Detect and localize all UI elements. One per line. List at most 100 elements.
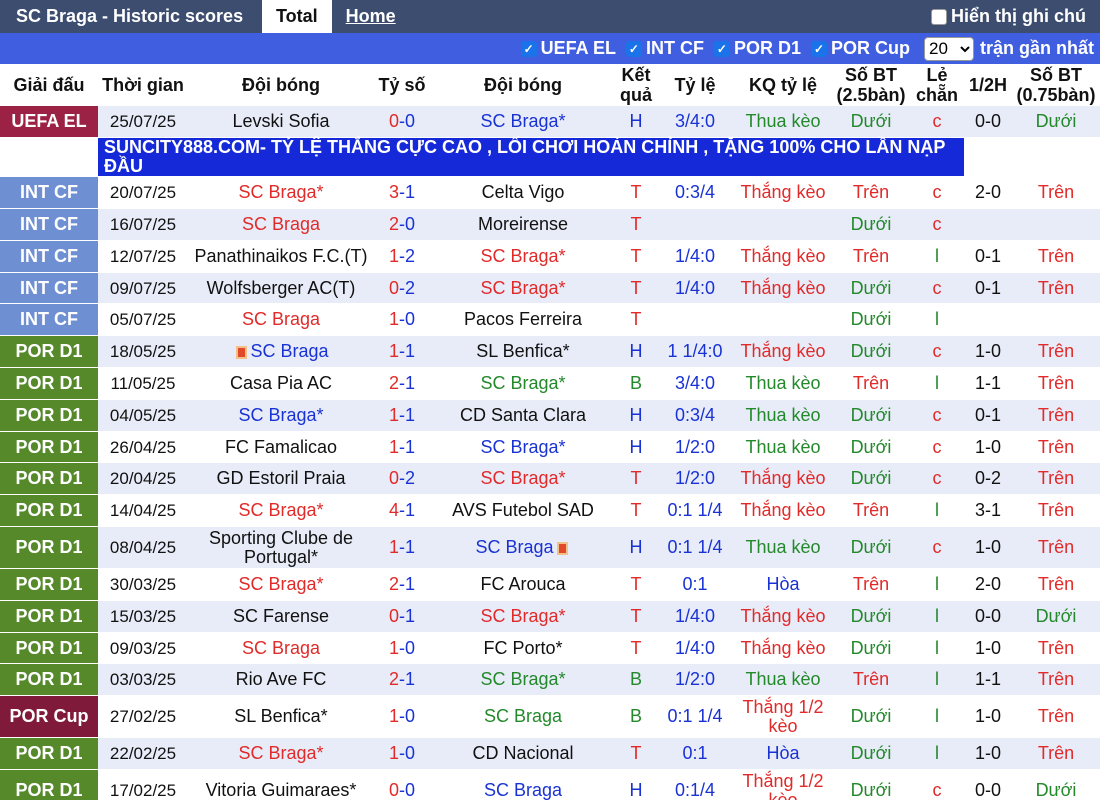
league-cell[interactable]: POR D1: [0, 769, 98, 800]
score-cell[interactable]: 1-0: [374, 303, 430, 337]
away-team[interactable]: SC Braga*: [430, 600, 616, 633]
ad-banner[interactable]: SUNCITY888.COM- TỶ LỆ THẮNG CỰC CAO , LỐ…: [98, 137, 964, 178]
score-cell[interactable]: 1-1: [374, 399, 430, 432]
away-team[interactable]: Celta Vigo: [430, 176, 616, 210]
away-team[interactable]: SC Braga*: [430, 431, 616, 464]
filter-int-cf[interactable]: ✓ INT CF: [625, 38, 704, 59]
away-team[interactable]: AVS Futebol SAD: [430, 494, 616, 528]
score-cell[interactable]: 2-1: [374, 568, 430, 601]
away-team[interactable]: SC Braga: [430, 526, 616, 570]
table-row: POR D1 20/04/25 GD Estoril Praia 0-2 SC Brag…: [0, 462, 1100, 496]
league-cell[interactable]: POR D1: [0, 632, 98, 665]
away-team[interactable]: CD Nacional: [430, 737, 616, 771]
score-cell[interactable]: 1-1: [374, 431, 430, 464]
away-team[interactable]: SC Braga*: [430, 240, 616, 273]
filter-por-cup[interactable]: ✓ POR Cup: [810, 38, 910, 59]
table-row: POR D1 08/04/25 Sporting Clube de Portugal…: [0, 526, 1100, 570]
score-cell[interactable]: 2-1: [374, 367, 430, 400]
league-cell[interactable]: POR D1: [0, 526, 98, 570]
home-team[interactable]: SC Braga: [188, 208, 374, 241]
home-team[interactable]: SL Benfica*: [188, 695, 374, 739]
away-team[interactable]: SL Benfica*: [430, 335, 616, 369]
home-team[interactable]: Sporting Clube de Portugal*: [188, 526, 374, 570]
home-team[interactable]: SC Braga: [188, 303, 374, 337]
away-team[interactable]: CD Santa Clara: [430, 399, 616, 432]
score-cell[interactable]: 2-1: [374, 663, 430, 697]
away-team[interactable]: SC Braga*: [430, 106, 616, 139]
away-team[interactable]: SC Braga*: [430, 663, 616, 697]
home-team[interactable]: Rio Ave FC: [188, 663, 374, 697]
home-team[interactable]: SC Braga*: [188, 568, 374, 601]
away-team[interactable]: FC Porto*: [430, 632, 616, 665]
home-team[interactable]: SC Braga*: [188, 737, 374, 771]
home-team[interactable]: FC Famalicao: [188, 431, 374, 464]
score-cell[interactable]: 3-1: [374, 176, 430, 210]
league-cell[interactable]: POR D1: [0, 663, 98, 697]
league-cell[interactable]: POR D1: [0, 568, 98, 601]
home-team[interactable]: Vitoria Guimaraes*: [188, 769, 374, 800]
home-team[interactable]: GD Estoril Praia: [188, 462, 374, 496]
check-icon[interactable]: ✓: [713, 40, 730, 57]
score-cell[interactable]: 0-2: [374, 462, 430, 496]
card-flag-icon: [556, 541, 568, 555]
home-team[interactable]: SC Braga: [188, 335, 374, 369]
filter-por-d1[interactable]: ✓ POR D1: [713, 38, 801, 59]
tab-total[interactable]: Total: [262, 0, 332, 33]
league-cell[interactable]: POR D1: [0, 431, 98, 464]
home-team[interactable]: Wolfsberger AC(T): [188, 272, 374, 305]
score-cell[interactable]: 0-2: [374, 272, 430, 305]
league-cell[interactable]: POR D1: [0, 335, 98, 369]
score-cell[interactable]: 1-0: [374, 695, 430, 739]
score-cell[interactable]: 1-2: [374, 240, 430, 273]
away-team[interactable]: SC Braga*: [430, 367, 616, 400]
home-score: 1: [388, 341, 399, 362]
score-cell[interactable]: 2-0: [374, 208, 430, 241]
home-team[interactable]: SC Braga*: [188, 399, 374, 432]
score-cell[interactable]: 4-1: [374, 494, 430, 528]
home-team[interactable]: SC Braga: [188, 632, 374, 665]
league-cell[interactable]: INT CF: [0, 176, 98, 210]
score-cell[interactable]: 1-1: [374, 526, 430, 570]
match-count-select[interactable]: 20: [923, 36, 974, 61]
away-team[interactable]: SC Braga*: [430, 272, 616, 305]
check-icon[interactable]: ✓: [810, 40, 827, 57]
league-cell[interactable]: UEFA EL: [0, 106, 98, 139]
league-cell[interactable]: POR D1: [0, 367, 98, 400]
score-cell[interactable]: 0-0: [374, 769, 430, 800]
home-team[interactable]: SC Braga*: [188, 494, 374, 528]
home-team[interactable]: Casa Pia AC: [188, 367, 374, 400]
home-team[interactable]: SC Braga*: [188, 176, 374, 210]
league-cell[interactable]: POR D1: [0, 462, 98, 496]
show-note-checkbox[interactable]: [931, 8, 947, 25]
over-under-cell: Dưới: [832, 303, 910, 337]
away-team[interactable]: SC Braga: [430, 769, 616, 800]
check-icon[interactable]: ✓: [520, 40, 537, 57]
score-cell[interactable]: 1-1: [374, 335, 430, 369]
league-cell[interactable]: POR D1: [0, 600, 98, 633]
league-cell[interactable]: POR D1: [0, 737, 98, 771]
filter-uefa-el[interactable]: ✓ UEFA EL: [520, 38, 616, 59]
away-team[interactable]: FC Arouca: [430, 568, 616, 601]
league-cell[interactable]: INT CF: [0, 303, 98, 337]
league-cell[interactable]: POR Cup: [0, 695, 98, 739]
league-cell[interactable]: POR D1: [0, 399, 98, 432]
league-cell[interactable]: INT CF: [0, 240, 98, 273]
league-cell[interactable]: POR D1: [0, 494, 98, 528]
score-cell[interactable]: 1-0: [374, 632, 430, 665]
home-team[interactable]: Panathinaikos F.C.(T): [188, 240, 374, 273]
tab-home[interactable]: Home: [332, 0, 410, 33]
home-team[interactable]: SC Farense: [188, 600, 374, 633]
away-team[interactable]: Moreirense: [430, 208, 616, 241]
away-team[interactable]: Pacos Ferreira: [430, 303, 616, 337]
score-cell[interactable]: 0-0: [374, 106, 430, 139]
away-team[interactable]: SC Braga: [430, 695, 616, 739]
away-score: 1: [405, 372, 416, 393]
league-cell[interactable]: INT CF: [0, 272, 98, 305]
check-icon[interactable]: ✓: [625, 40, 642, 57]
league-cell[interactable]: INT CF: [0, 208, 98, 241]
score-cell[interactable]: 1-0: [374, 737, 430, 771]
score-cell[interactable]: 0-1: [374, 600, 430, 633]
home-team[interactable]: Levski Sofia: [188, 106, 374, 139]
show-note-toggle[interactable]: Hiển thị ghi chú: [931, 0, 1086, 33]
away-team[interactable]: SC Braga*: [430, 462, 616, 496]
